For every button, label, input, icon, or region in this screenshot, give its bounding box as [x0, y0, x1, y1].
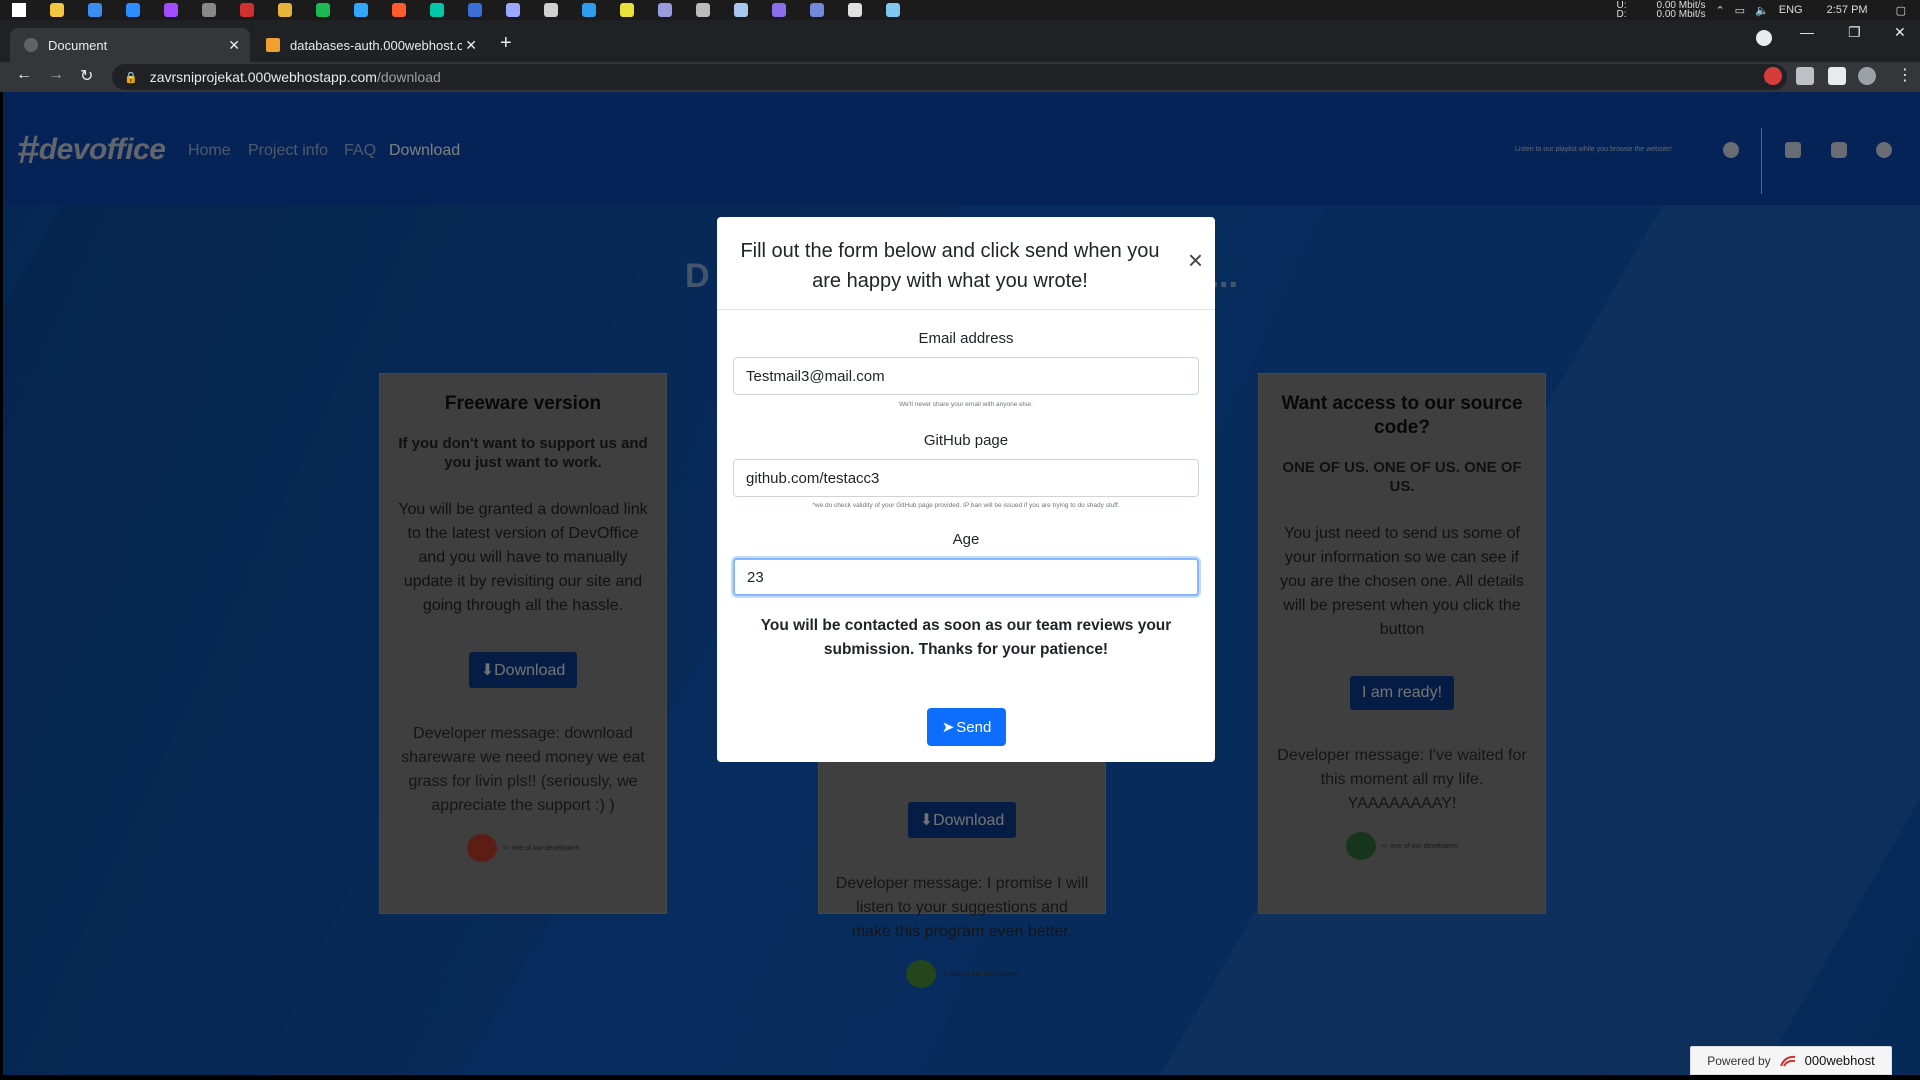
chrome-icon[interactable]: [266, 0, 304, 20]
chrome-menu-icon[interactable]: ⋮: [1897, 65, 1913, 85]
tab-title: databases-auth.000webhost.com: [290, 37, 462, 53]
url-path: /download: [376, 69, 441, 85]
email-label: Email address: [918, 330, 1014, 347]
language-indicator[interactable]: ENG: [1779, 4, 1803, 16]
tab-search-icon[interactable]: [1756, 30, 1772, 46]
000webhost-logo-icon: [1779, 1055, 1795, 1067]
github-hint: *we do check validity of your GitHub pag…: [812, 502, 1120, 509]
tab-databases-auth[interactable]: databases-auth.000webhost.com ✕: [252, 28, 487, 62]
cursor-app-icon[interactable]: [532, 0, 570, 20]
restore-icon[interactable]: ❐: [1848, 24, 1861, 41]
tab-title: Document: [48, 37, 108, 53]
steam-icon[interactable]: [722, 0, 760, 20]
tab-document[interactable]: Document ✕: [10, 28, 250, 62]
tab-favicon-icon: [266, 38, 280, 52]
email-field[interactable]: Testmail3@mail.com: [733, 357, 1199, 395]
illustrator-icon[interactable]: [380, 0, 418, 20]
browser-toolbar: ← → ↻ 🔒 zavrsniprojekat.000webhostapp.co…: [0, 62, 1920, 92]
forward-icon[interactable]: →: [48, 66, 64, 84]
vscode-icon[interactable]: [570, 0, 608, 20]
minimize-icon[interactable]: —: [1800, 24, 1814, 40]
windows-taskbar: U: D: 0.00 Mbit/s 0.00 Mbit/s ⌃ ▭ 🔈 ENG …: [0, 0, 1920, 20]
zoom-icon[interactable]: [114, 0, 152, 20]
close-tab-icon[interactable]: ✕: [465, 37, 477, 54]
close-tab-icon[interactable]: ✕: [228, 37, 240, 54]
network-speed-meter: U: D: 0.00 Mbit/s 0.00 Mbit/s: [1616, 1, 1706, 20]
discord-icon[interactable]: [798, 0, 836, 20]
close-icon[interactable]: ×: [1188, 247, 1203, 273]
age-field[interactable]: 23: [733, 558, 1199, 596]
adblock-plus-icon[interactable]: [1764, 67, 1782, 85]
github-desktop-icon[interactable]: [190, 0, 228, 20]
photoshop-icon[interactable]: [342, 0, 380, 20]
age-label: Age: [952, 531, 980, 548]
back-icon[interactable]: ←: [16, 66, 32, 84]
github-label: GitHub page: [923, 432, 1009, 449]
audition-icon[interactable]: [418, 0, 456, 20]
toggle-app-icon[interactable]: [646, 0, 684, 20]
image-viewer-icon[interactable]: [874, 0, 912, 20]
submission-notice: You will be contacted as soon as our tea…: [760, 617, 1172, 658]
messenger-icon[interactable]: [152, 0, 190, 20]
puzzle-extensions-icon[interactable]: [1828, 67, 1846, 85]
url-host: zavrsniprojekat.000webhostapp.com: [149, 69, 377, 85]
extension-icon[interactable]: [1796, 67, 1814, 85]
paper-plane-icon: ➤: [941, 719, 955, 736]
github-field[interactable]: github.com/testacc3: [733, 459, 1199, 497]
clock[interactable]: 2:57 PM: [1827, 4, 1868, 16]
terminal-icon[interactable]: [684, 0, 722, 20]
modal-title: Fill out the form below and click send w…: [740, 240, 1160, 292]
page-viewport: #devoffice Home Project info FAQ Downloa…: [3, 92, 1920, 1075]
address-bar[interactable]: 🔒 zavrsniprojekat.000webhostapp.com/down…: [112, 64, 1787, 90]
app-bubble-icon[interactable]: [76, 0, 114, 20]
spotify-icon[interactable]: [304, 0, 342, 20]
notifications-icon[interactable]: ▢: [1896, 4, 1906, 17]
reload-icon[interactable]: ↻: [80, 66, 93, 86]
paint-icon[interactable]: [836, 0, 874, 20]
application-form-modal: Fill out the form below and click send w…: [717, 217, 1215, 762]
browser-tab-strip: Document ✕ databases-auth.000webhost.com…: [0, 20, 1920, 62]
pycharm-icon[interactable]: [608, 0, 646, 20]
windows-start-icon[interactable]: [0, 0, 38, 20]
screen-bottom-edge: [0, 1075, 1920, 1080]
volume-icon[interactable]: 🔈: [1755, 4, 1769, 17]
powered-by-badge[interactable]: Powered by 000webhost: [1690, 1046, 1892, 1075]
pluralsight-icon[interactable]: [494, 0, 532, 20]
powered-by-brand: 000webhost: [1804, 1053, 1875, 1068]
tray-chevron-up-icon[interactable]: ⌃: [1715, 4, 1724, 17]
new-tab-button[interactable]: +: [500, 32, 512, 55]
viber-icon[interactable]: [760, 0, 798, 20]
network-icon[interactable]: ▭: [1735, 4, 1745, 17]
modal-header: Fill out the form below and click send w…: [717, 217, 1215, 310]
send-button[interactable]: ➤ Send: [927, 708, 1006, 746]
visio-icon[interactable]: [456, 0, 494, 20]
download-speed: 0.00 Mbit/s: [1656, 9, 1706, 20]
app-red-icon[interactable]: [228, 0, 266, 20]
taskbar-pinned-apps: [0, 0, 912, 20]
close-window-icon[interactable]: ✕: [1894, 24, 1906, 41]
lock-icon[interactable]: 🔒: [124, 71, 138, 84]
system-tray: U: D: 0.00 Mbit/s 0.00 Mbit/s ⌃ ▭ 🔈 ENG …: [1617, 0, 1920, 20]
file-explorer-icon[interactable]: [38, 0, 76, 20]
powered-by-label: Powered by: [1707, 1053, 1771, 1068]
tab-favicon-icon: [24, 38, 38, 52]
profile-avatar[interactable]: [1858, 67, 1876, 85]
download-label: D:: [1616, 9, 1627, 20]
email-hint: We'll never share your email with anyone…: [899, 401, 1033, 408]
